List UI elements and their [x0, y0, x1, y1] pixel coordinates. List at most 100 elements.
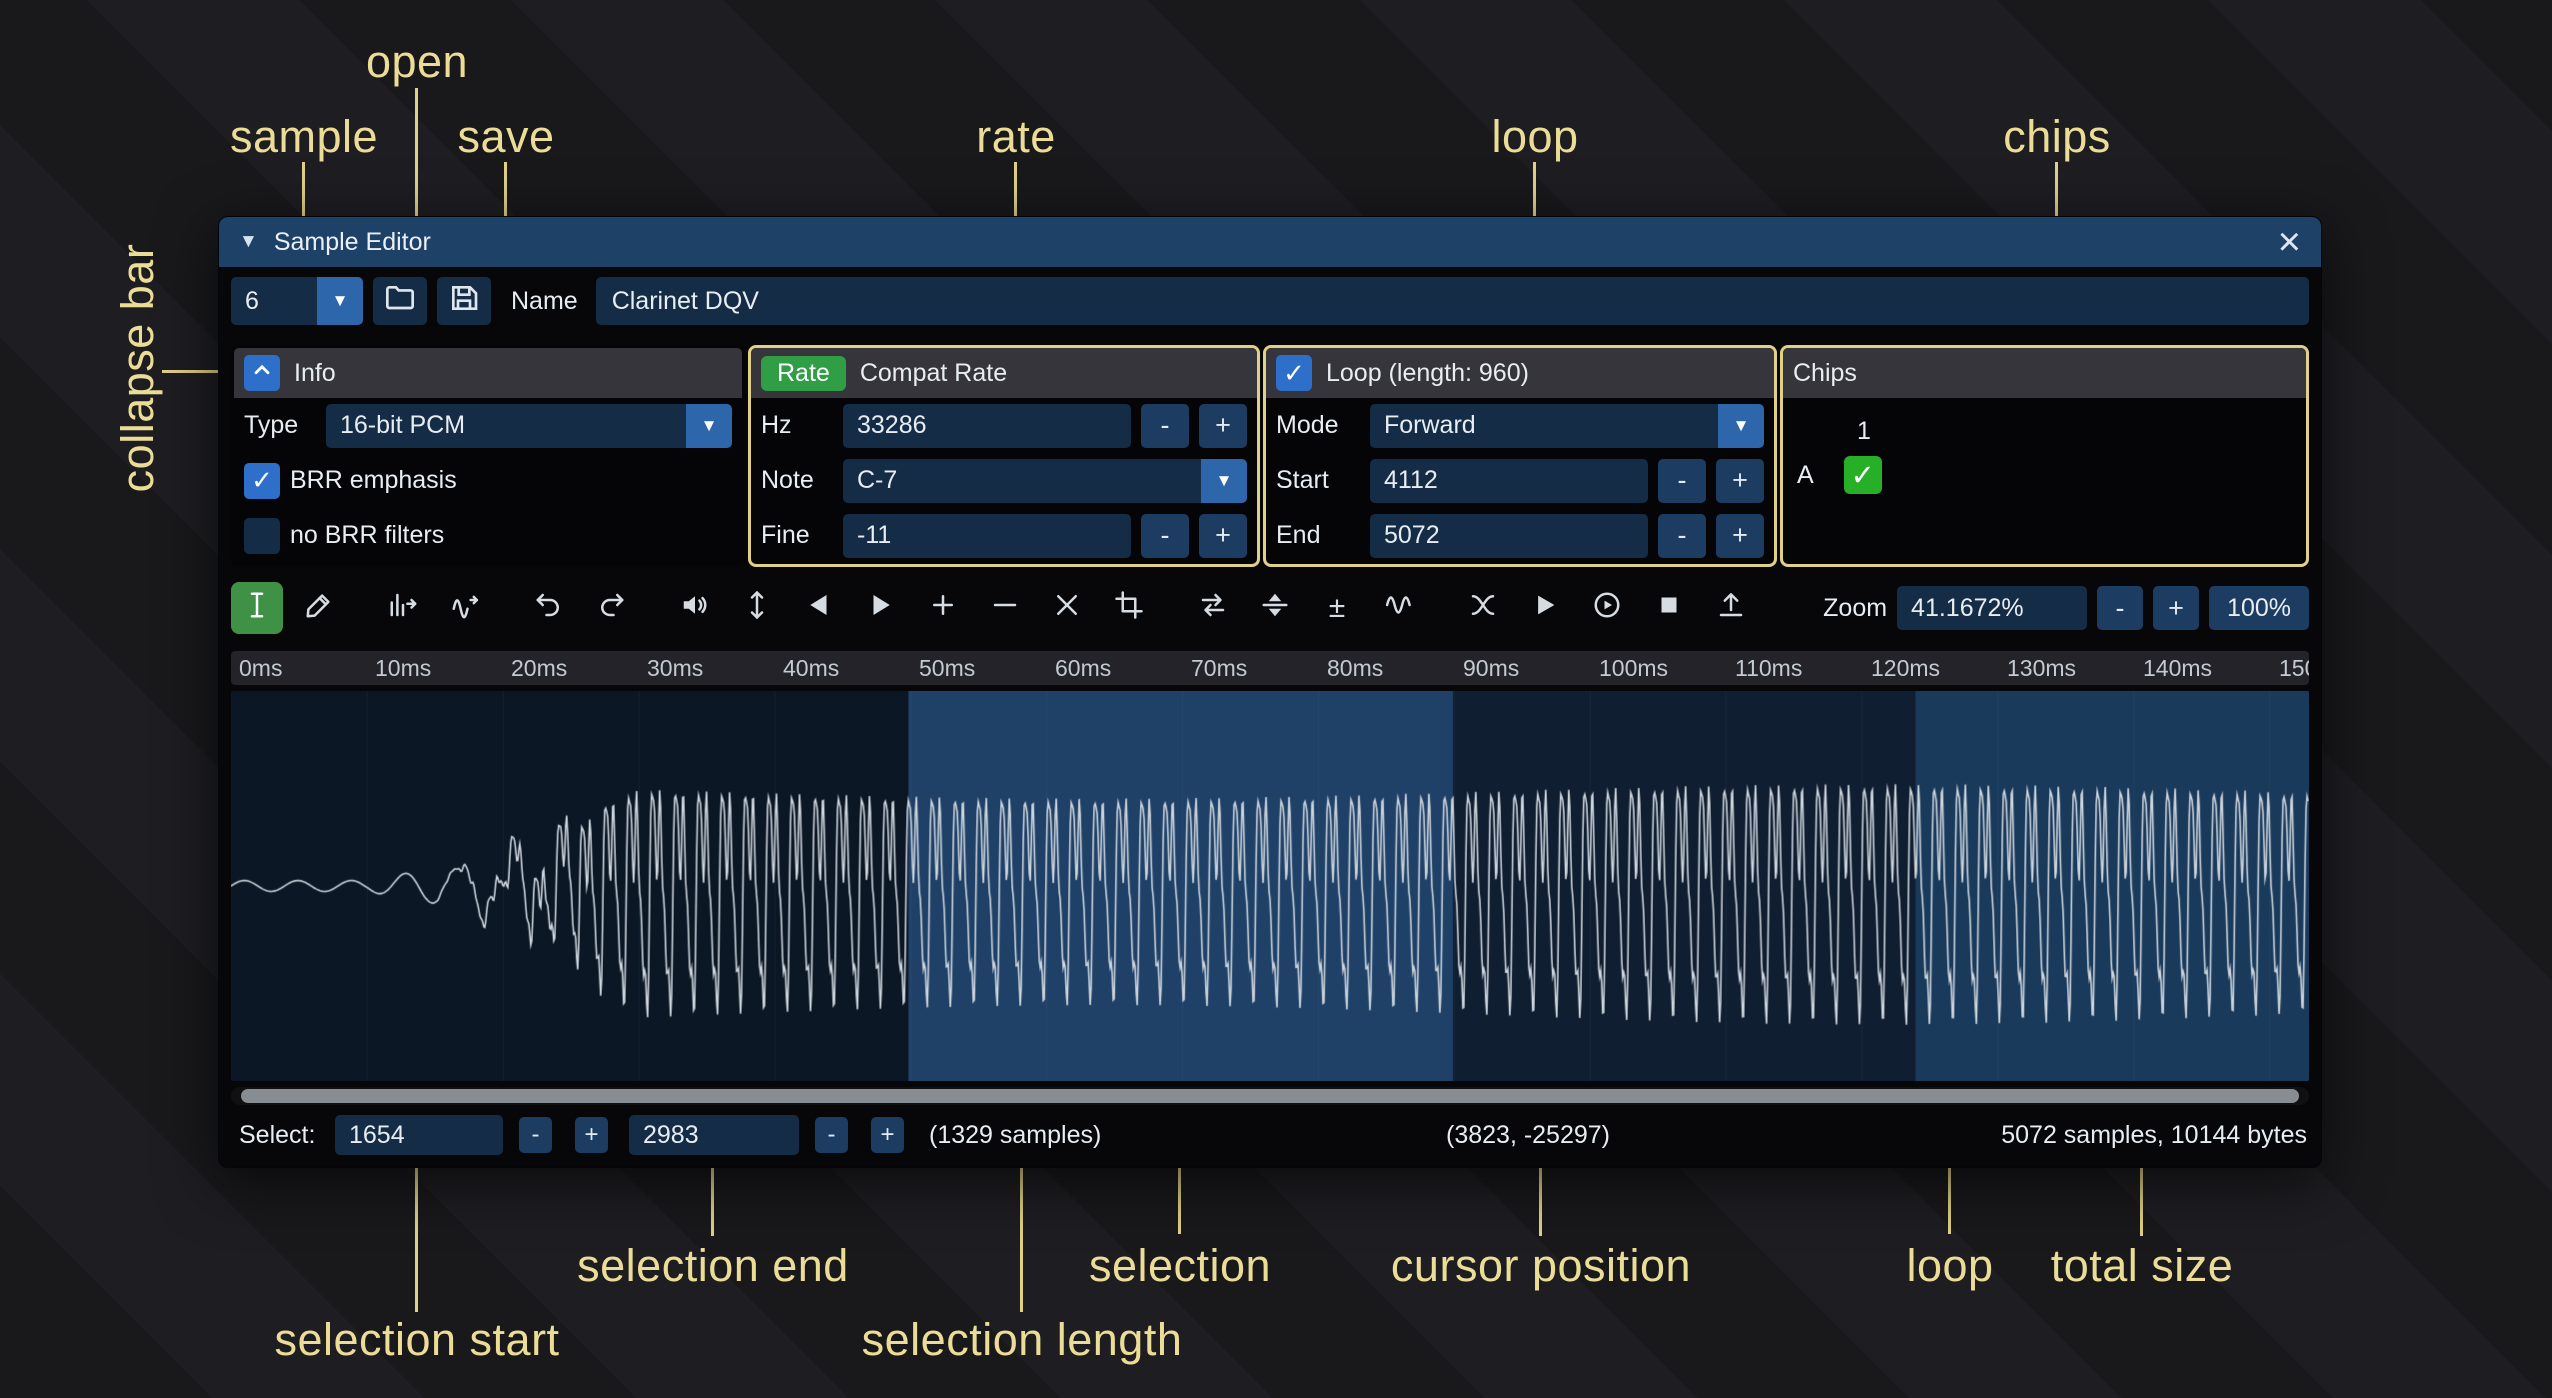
rate-badge[interactable]: Rate [761, 356, 846, 391]
select-label: Select: [239, 1113, 315, 1157]
status-bar: Select: 1654 - + 2983 - + (1329 samples)… [231, 1113, 2309, 1157]
chevron-up-icon [249, 357, 275, 390]
toolbar-button-apply-filter[interactable] [1373, 582, 1425, 634]
hz-input[interactable]: 33286 [843, 404, 1131, 448]
collapse-bar-button[interactable] [244, 355, 280, 391]
chips-panel: Chips 1 A ✓ [1780, 345, 2309, 567]
annotation-chips: chips [2003, 111, 2111, 163]
caret-down-icon[interactable]: ▼ [1718, 404, 1764, 448]
edit-mode-draw-icon [304, 590, 334, 627]
toolbar-button-fade-out[interactable] [855, 582, 907, 634]
brr-emphasis-label: BRR emphasis [290, 466, 457, 495]
toolbar-button-edit-mode-select[interactable] [231, 582, 283, 634]
info-panel-header[interactable]: Info [234, 348, 742, 398]
selection-start-input[interactable]: 1654 [335, 1115, 503, 1155]
ruler-label: 60ms [1055, 655, 1111, 682]
sample-type-dropdown[interactable]: 16-bit PCM ▼ [326, 404, 732, 448]
loop-start-input[interactable]: 4112 [1370, 459, 1648, 503]
toolbar-button-delete[interactable] [1041, 582, 1093, 634]
toolbar-button-resize[interactable] [377, 582, 429, 634]
rate-panel-header[interactable]: Rate Compat Rate [751, 348, 1257, 398]
hz-increase-button[interactable]: + [1199, 404, 1247, 448]
delete-icon [1052, 590, 1082, 627]
chip-row-label: A [1797, 461, 1814, 490]
toolbar-button-edit-mode-draw[interactable] [293, 582, 345, 634]
annotation-line-selection-end [711, 1162, 714, 1236]
loop-mode-dropdown[interactable]: Forward ▼ [1370, 404, 1764, 448]
toolbar-button-signed-unsigned[interactable]: ± [1311, 582, 1363, 634]
toolbar-button-preview-sample[interactable] [1519, 582, 1571, 634]
toolbar-button-apply-silence[interactable] [979, 582, 1031, 634]
toolbar-button-crossfade-loop-points[interactable] [1457, 582, 1509, 634]
ruler-label: 10ms [375, 655, 431, 682]
hz-decrease-button[interactable]: - [1141, 404, 1189, 448]
waveform-canvas[interactable] [231, 691, 2309, 1081]
no-brr-filters-checkbox[interactable] [244, 518, 280, 554]
loop-panel-header[interactable]: ✓ Loop (length: 960) [1266, 348, 1774, 398]
toolbar-button-trim[interactable] [1103, 582, 1155, 634]
toolbar-button-fade-in[interactable] [793, 582, 845, 634]
fine-decrease-button[interactable]: - [1141, 514, 1189, 558]
zoom-reset-button[interactable]: 100% [2209, 586, 2309, 630]
titlebar[interactable]: ▼ Sample Editor × [219, 217, 2321, 267]
toolbar-button-redo[interactable] [585, 582, 637, 634]
close-icon[interactable]: × [2278, 227, 2301, 257]
invert-icon [1260, 590, 1290, 627]
caret-down-icon[interactable]: ▼ [1201, 459, 1247, 503]
save-sample-button[interactable] [437, 277, 491, 325]
selection-end-input[interactable]: 2983 [629, 1115, 799, 1155]
zoom-out-button[interactable]: - [2097, 586, 2143, 630]
zoom-in-button[interactable]: + [2153, 586, 2199, 630]
toolbar-button-normalize[interactable] [731, 582, 783, 634]
fine-input[interactable]: -11 [843, 514, 1131, 558]
loop-end-increase-button[interactable]: + [1716, 514, 1764, 558]
undo-icon [534, 590, 564, 627]
toolbar-button-stop-preview[interactable] [1643, 582, 1695, 634]
waveform-area[interactable] [231, 691, 2309, 1081]
loop-end-decrease-button[interactable]: - [1658, 514, 1706, 558]
window-collapse-caret-icon[interactable]: ▼ [239, 231, 258, 253]
annotation-open: open [366, 36, 468, 88]
loop-start-increase-button[interactable]: + [1716, 459, 1764, 503]
brr-emphasis-checkbox[interactable]: ✓ [244, 463, 280, 499]
toolbar-button-insert-silence[interactable] [917, 582, 969, 634]
annotation-selection-length: selection length [862, 1314, 1183, 1366]
selection-end-increase-button[interactable]: + [871, 1117, 904, 1153]
toolbar-button-undo[interactable] [523, 582, 575, 634]
toolbar-button-amplify[interactable] [669, 582, 721, 634]
caret-down-icon[interactable]: ▼ [317, 277, 363, 325]
toolbar-buttons: ± [231, 582, 1767, 634]
toolbar-button-create-instrument[interactable] [1705, 582, 1757, 634]
sample-selector[interactable]: 6 ▼ [231, 277, 363, 325]
loop-end-input[interactable]: 5072 [1370, 514, 1648, 558]
open-sample-button[interactable] [373, 277, 427, 325]
info-panel: Info Type 16-bit PCM ▼ ✓ BRR emphasis no… [231, 345, 745, 567]
apply-silence-icon [990, 590, 1020, 627]
loop-enable-checkbox[interactable]: ✓ [1276, 355, 1312, 391]
check-icon: ✓ [1283, 358, 1305, 389]
toolbar-button-reverse[interactable] [1187, 582, 1239, 634]
zoom-input[interactable]: 41.1672% [1897, 586, 2087, 630]
fine-label: Fine [761, 521, 833, 550]
waveform-scrollbar[interactable] [231, 1087, 2309, 1105]
selection-start-decrease-button[interactable]: - [519, 1117, 552, 1153]
toolbar-button-resample[interactable] [439, 582, 491, 634]
timeline-ruler[interactable]: 0ms10ms20ms30ms40ms50ms60ms70ms80ms90ms1… [231, 651, 2309, 685]
chips-panel-header: Chips [1783, 348, 2306, 398]
toolbar-button-preview-from-position[interactable] [1581, 582, 1633, 634]
sample-name-input[interactable]: Clarinet DQV [596, 277, 2309, 325]
note-dropdown[interactable]: C-7 ▼ [843, 459, 1247, 503]
selection-start-increase-button[interactable]: + [575, 1117, 608, 1153]
loop-start-decrease-button[interactable]: - [1658, 459, 1706, 503]
chip-enable-checkbox[interactable]: ✓ [1844, 456, 1882, 494]
reverse-icon [1198, 590, 1228, 627]
caret-down-icon[interactable]: ▼ [686, 404, 732, 448]
scrollbar-thumb[interactable] [241, 1089, 2299, 1103]
fine-increase-button[interactable]: + [1199, 514, 1247, 558]
fade-in-icon [804, 590, 834, 627]
annotation-loop: loop [1491, 111, 1578, 163]
edit-mode-select-icon [242, 590, 272, 627]
selection-end-decrease-button[interactable]: - [815, 1117, 848, 1153]
annotation-total-size: total size [2051, 1240, 2234, 1292]
toolbar-button-invert[interactable] [1249, 582, 1301, 634]
